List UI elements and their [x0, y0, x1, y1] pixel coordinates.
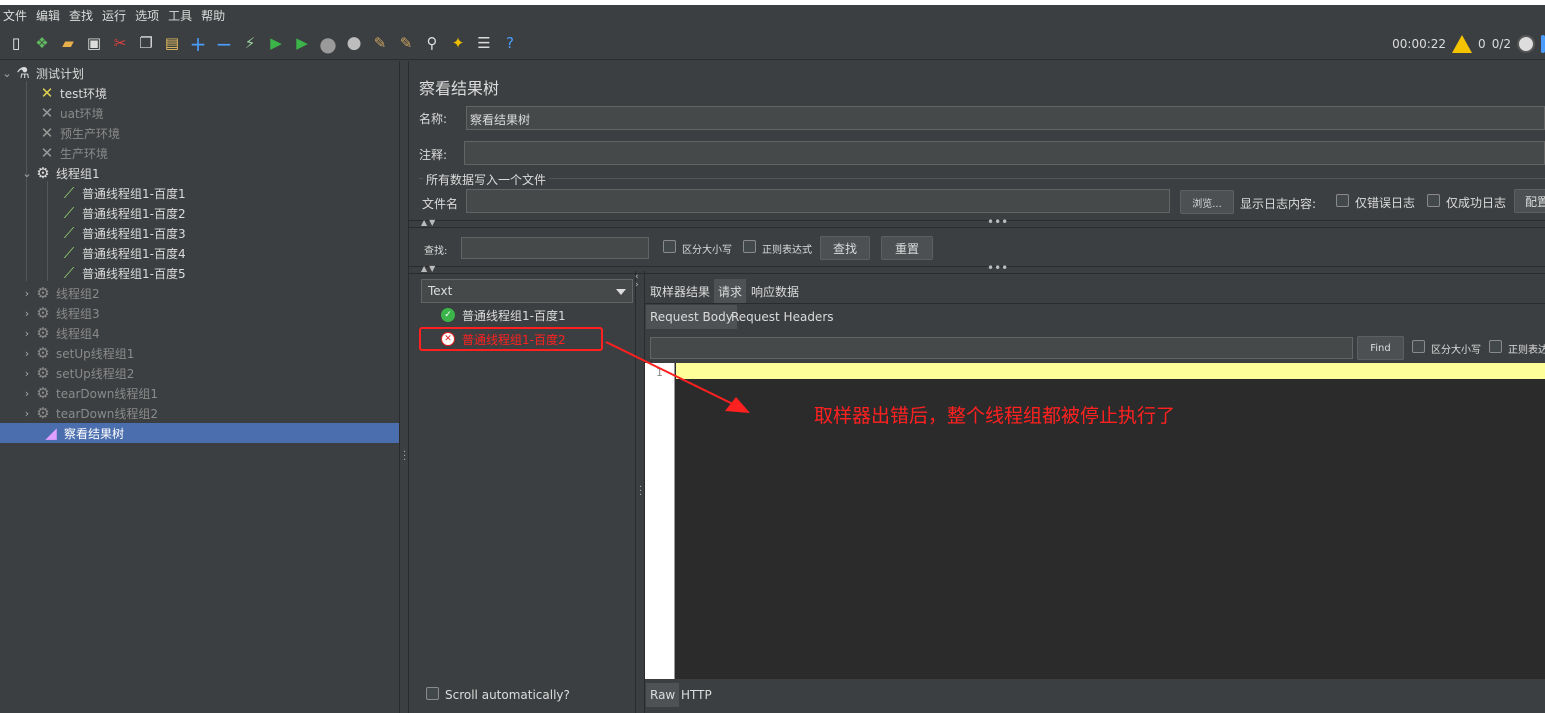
chevron-right-icon[interactable]: › — [20, 367, 34, 380]
toolbar-status: 00:00:22 0 0/2 — [1392, 28, 1545, 60]
annotation-arrow — [605, 341, 750, 413]
menu-search[interactable]: 查找 — [69, 7, 93, 24]
tools-icon: ✕ — [40, 144, 54, 162]
tree-item-group[interactable]: › ⚙ 线程组3 — [20, 303, 100, 323]
menu-options[interactable]: 选项 — [135, 7, 159, 24]
clear-icon[interactable]: ✎ — [370, 34, 390, 54]
pipette-icon: ⟋ — [63, 244, 75, 262]
menu-bar: 文件 编辑 查找 运行 选项 工具 帮助 — [0, 0, 1545, 26]
tree-item-group[interactable]: › ⚙ tearDown线程组2 — [20, 403, 158, 423]
chart-icon: ◢ — [45, 424, 57, 442]
tree-item-env-test[interactable]: ✕ test环境 — [24, 83, 107, 103]
help-icon[interactable]: ? — [500, 34, 520, 54]
gear-icon: ⚙ — [36, 404, 50, 422]
chevron-right-icon[interactable]: › — [20, 287, 34, 300]
reset-search-icon[interactable]: ✦ — [448, 34, 468, 54]
tree-item-sampler[interactable]: ⟋ 普通线程组1-百度2 — [46, 203, 186, 223]
annotation-text: 取样器出错后，整个线程组都被停止执行了 — [814, 405, 1176, 427]
expand-icon[interactable]: + — [188, 34, 208, 54]
globe-icon[interactable] — [1541, 35, 1545, 53]
menu-file[interactable]: 文件 — [3, 7, 27, 24]
start-no-pause-icon[interactable]: ▶ — [292, 34, 312, 54]
pipette-icon: ⟋ — [63, 264, 75, 282]
toggle-icon[interactable]: ⚡ — [240, 34, 260, 54]
tree-item-env-uat[interactable]: ✕ uat环境 — [24, 103, 104, 123]
save-icon[interactable]: ▣ — [84, 34, 104, 54]
gear-icon: ⚙ — [36, 304, 50, 322]
tree-item-group[interactable]: › ⚙ setUp线程组2 — [20, 363, 135, 383]
tree-item-group[interactable]: › ⚙ 线程组2 — [20, 283, 100, 303]
tree-item-sampler[interactable]: ⟋ 普通线程组1-百度5 — [46, 263, 186, 283]
tree-item-group1[interactable]: ⌄ ⚙ 线程组1 — [20, 163, 99, 183]
toolbar: ▯ ❖ ▰ ▣ ✂ ❐ ▤ + − ⚡ ▶ ▶ ● ● ✎ ✎ ⚲ ✦ ☰ ? … — [0, 28, 1545, 60]
cut-icon[interactable]: ✂ — [110, 34, 130, 54]
open-icon[interactable]: ▰ — [58, 34, 78, 54]
templates-icon[interactable]: ❖ — [32, 34, 52, 54]
gear-icon: ⚙ — [36, 344, 50, 362]
clear-all-icon[interactable]: ✎ — [396, 34, 416, 54]
chevron-down-icon[interactable]: ⌄ — [0, 67, 14, 80]
gear-icon: ⚙ — [36, 364, 50, 382]
flask-icon: ⚗ — [16, 64, 30, 82]
tree-item-sampler[interactable]: ⟋ 普通线程组1-百度1 — [46, 183, 186, 203]
tree-item-sampler[interactable]: ⟋ 普通线程组1-百度3 — [46, 223, 186, 243]
tree-item-env-preprod[interactable]: ✕ 预生产环境 — [24, 123, 120, 143]
tools-icon: ✕ — [40, 124, 54, 142]
tree-item-group[interactable]: › ⚙ setUp线程组1 — [20, 343, 135, 363]
function-helper-icon[interactable]: ☰ — [474, 34, 494, 54]
pipette-icon: ⟋ — [63, 224, 75, 242]
menu-tools[interactable]: 工具 — [168, 7, 192, 24]
chevron-down-icon[interactable]: ⌄ — [20, 167, 34, 180]
copy-icon[interactable]: ❐ — [136, 34, 156, 54]
start-icon[interactable]: ▶ — [266, 34, 286, 54]
stop-icon[interactable]: ● — [318, 34, 338, 54]
menu-help[interactable]: 帮助 — [201, 7, 225, 24]
paste-icon[interactable]: ▤ — [162, 34, 182, 54]
gear-icon: ⚙ — [36, 284, 50, 302]
search-icon[interactable]: ⚲ — [422, 34, 442, 54]
remote-icon[interactable] — [1517, 35, 1535, 53]
chevron-right-icon[interactable]: › — [20, 347, 34, 360]
chevron-right-icon[interactable]: › — [20, 387, 34, 400]
gear-icon: ⚙ — [36, 324, 50, 342]
tree-item-group[interactable]: › ⚙ tearDown线程组1 — [20, 383, 158, 403]
tools-icon: ✕ — [40, 84, 54, 102]
menu-edit[interactable]: 编辑 — [36, 7, 60, 24]
warning-count: 0 — [1478, 37, 1486, 51]
elapsed-timer: 00:00:22 — [1392, 37, 1447, 51]
shutdown-icon[interactable]: ● — [344, 34, 364, 54]
pipette-icon: ⟋ — [63, 184, 75, 202]
gear-icon: ⚙ — [36, 164, 50, 182]
bottom-tabs: Raw HTTP — [645, 679, 1545, 713]
tree-item-group[interactable]: › ⚙ 线程组4 — [20, 323, 100, 343]
chevron-right-icon[interactable]: › — [20, 307, 34, 320]
tree-item-env-prod[interactable]: ✕ 生产环境 — [24, 143, 108, 163]
chevron-right-icon[interactable]: › — [20, 327, 34, 340]
tree-splitter[interactable]: · · · — [399, 61, 409, 713]
tools-icon: ✕ — [40, 104, 54, 122]
menu-run[interactable]: 运行 — [102, 7, 126, 24]
gear-icon: ⚙ — [36, 384, 50, 402]
collapse-icon[interactable]: − — [214, 34, 234, 54]
tree-item-sampler[interactable]: ⟋ 普通线程组1-百度4 — [46, 243, 186, 263]
active-threads: 0/2 — [1491, 37, 1511, 51]
tab-http[interactable]: HTTP — [677, 683, 716, 707]
test-plan-tree: ⌄ ⚗ 测试计划 ✕ test环境 ✕ uat环境 ✕ 预生产环境 ✕ 生产环境… — [0, 61, 399, 713]
splitter-grip: · · · — [403, 447, 407, 466]
tree-item-test-plan[interactable]: ⌄ ⚗ 测试计划 — [0, 63, 84, 83]
new-file-icon[interactable]: ▯ — [6, 34, 26, 54]
view-results-panel: 察看结果树 名称: 察看结果树 注释: 所有数据写入一个文件 文件名 浏览...… — [409, 61, 1545, 713]
tab-raw[interactable]: Raw — [646, 683, 680, 707]
tree-item-view-results-tree[interactable]: ◢ 察看结果树 — [0, 423, 399, 443]
chevron-right-icon[interactable]: › — [20, 407, 34, 420]
warning-icon[interactable] — [1452, 35, 1473, 53]
pipette-icon: ⟋ — [63, 204, 75, 222]
